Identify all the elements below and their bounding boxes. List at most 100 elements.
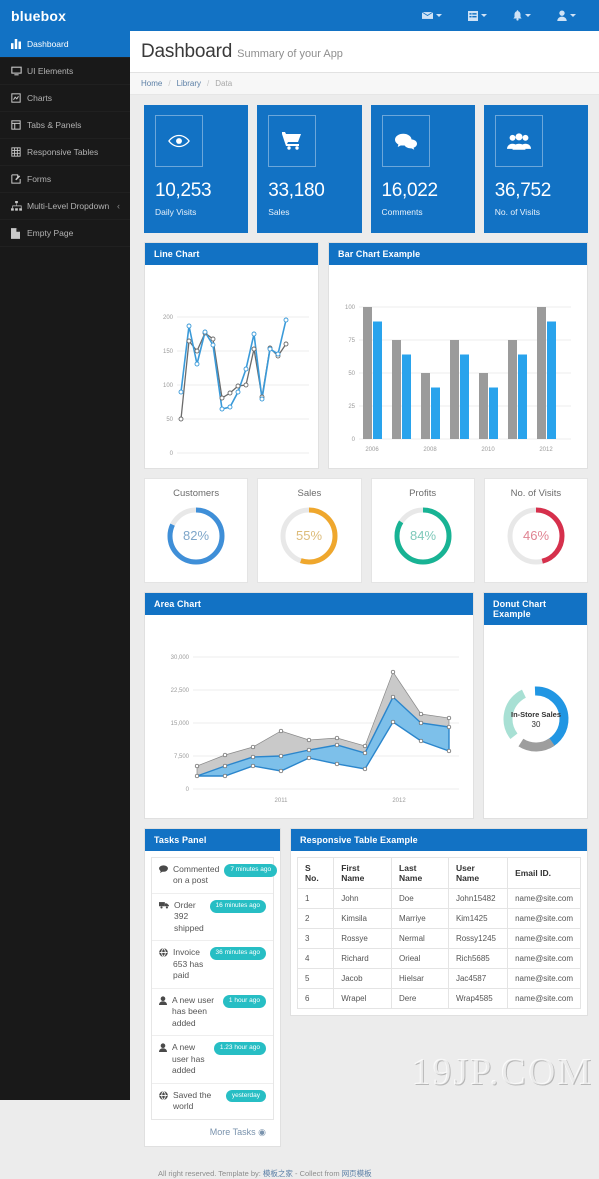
more-tasks-link[interactable]: More Tasks ◉ xyxy=(151,1120,274,1140)
y-axis-labels: 30,000 22,500 15,000 7,500 0 xyxy=(171,655,190,793)
chevron-left-icon: ‹ xyxy=(117,201,120,211)
sidebar-item-label: Forms xyxy=(27,174,52,184)
table-row[interactable]: 2 Kimsila Marriye Kim1425 name@site.com xyxy=(296,908,581,929)
table-cell: Rossy1245 xyxy=(447,928,509,949)
stat-card-daily-visits[interactable]: 10,253 Daily Visits xyxy=(144,105,249,233)
table-row[interactable]: 4 Richard Orieal Rich5685 name@site.com xyxy=(296,948,581,969)
y-axis-labels: 100 75 50 25 0 xyxy=(345,305,356,443)
gauge-value: 55% xyxy=(296,528,322,543)
sidebar-item-ui-elements[interactable]: UI Elements xyxy=(0,58,130,85)
sidebar-item-label: Charts xyxy=(27,93,53,103)
line-points-a xyxy=(178,317,289,412)
stat-label: No. of Visits xyxy=(494,207,540,217)
list-item[interactable]: Order 392 shipped 16 minutes ago xyxy=(152,894,273,942)
table-row[interactable]: 6 Wrapel Dere Wrap4585 name@site.com xyxy=(296,988,581,1009)
page-header: Dashboard Summary of your App xyxy=(130,31,599,73)
panel-area-chart: Area Chart 30,000 22,500 15,000 7,500 0 … xyxy=(144,592,474,819)
page-subtitle: Summary of your App xyxy=(237,48,343,60)
stat-label: Daily Visits xyxy=(155,207,197,217)
eye-icon xyxy=(155,115,203,167)
svg-text:0: 0 xyxy=(186,787,190,793)
messages-dropdown[interactable] xyxy=(409,0,455,31)
gauge-profits-svg: 84% xyxy=(394,507,452,565)
sidebar-item-label: Multi-Level Dropdown xyxy=(27,201,110,211)
tasks-dropdown[interactable] xyxy=(455,0,500,31)
truck-icon xyxy=(159,901,169,912)
chart-icon xyxy=(11,93,27,103)
sidebar-item-dashboard[interactable]: Dashboard xyxy=(0,31,137,58)
table-cell: Hielsar xyxy=(391,968,449,989)
list-item[interactable]: Commented on a post 7 minutes ago xyxy=(152,858,278,894)
gauge-card-customers[interactable]: Customers 82% xyxy=(144,478,249,583)
bell-icon xyxy=(513,10,522,21)
table-cell: name@site.com xyxy=(507,948,581,969)
sidebar-item-empty-page[interactable]: Empty Page xyxy=(0,220,130,247)
line-points-b xyxy=(178,330,289,422)
svg-text:2006: 2006 xyxy=(365,447,379,453)
svg-text:25: 25 xyxy=(348,404,355,410)
table-row[interactable]: 1 John Doe John15482 name@site.com xyxy=(296,888,581,909)
stat-card-sales[interactable]: 33,180 Sales xyxy=(257,105,362,233)
panel-title: Responsive Table Example xyxy=(291,829,587,851)
status-badge: 1 hour ago xyxy=(222,994,266,1008)
status-badge: 7 minutes ago xyxy=(224,864,278,877)
footer-link-template[interactable]: 模板之家 xyxy=(263,1169,293,1178)
area-chart-svg[interactable]: 30,000 22,500 15,000 7,500 0 2011 2012 xyxy=(151,621,464,809)
circle-arrow-icon: ◉ xyxy=(258,1126,266,1137)
stat-card-no-of-visits[interactable]: 36,752 No. of Visits xyxy=(483,105,588,233)
table-cell: Kimsila xyxy=(333,908,393,929)
sidebar-item-forms[interactable]: Forms xyxy=(0,166,130,193)
svg-text:200: 200 xyxy=(163,315,174,321)
sidebar-item-label: UI Elements xyxy=(27,66,74,76)
brand-logo[interactable]: bluebox xyxy=(0,0,130,31)
globe-icon xyxy=(159,1090,168,1103)
list-item[interactable]: A new user has been added 1 hour ago xyxy=(152,989,273,1037)
gauge-card-no-of-visits[interactable]: No. of Visits 46% xyxy=(483,478,588,583)
gauge-value: 84% xyxy=(410,528,436,543)
table-cell: John xyxy=(333,888,393,909)
list-item[interactable]: Invoice 653 has paid 36 minutes ago xyxy=(152,941,273,989)
line-chart-body: 200 150 100 50 0 2020 xyxy=(145,265,318,468)
notifications-dropdown[interactable] xyxy=(500,0,544,31)
data-table: S No. First Name Last Name User Name Ema… xyxy=(296,857,581,1009)
gauge-card-sales[interactable]: Sales 55% xyxy=(257,478,362,583)
footer-link-collect[interactable]: 网页模板 xyxy=(342,1169,372,1178)
table-cell: Wrap4585 xyxy=(447,988,509,1009)
x-axis-labels: 2011 2012 xyxy=(275,798,407,804)
sidebar-item-charts[interactable]: Charts xyxy=(0,85,130,112)
gauge-value: 46% xyxy=(523,528,549,543)
breadcrumb-library[interactable]: Library xyxy=(177,79,201,88)
sidebar-item-label: Tabs & Panels xyxy=(27,120,82,130)
line-chart-svg[interactable]: 200 150 100 50 0 2020 xyxy=(151,271,312,465)
breadcrumb-home[interactable]: Home xyxy=(141,79,162,88)
table-cell: Jac4587 xyxy=(447,968,509,989)
stat-label: Comments xyxy=(381,207,423,217)
list-item[interactable]: A new user has added 1.23 hour ago xyxy=(152,1036,273,1084)
stat-cards-row: 10,253 Daily Visits 33,180 Sales 16,022 … xyxy=(144,105,588,233)
list-item[interactable]: Saved the world yesterday xyxy=(152,1084,273,1119)
svg-text:100: 100 xyxy=(345,305,356,311)
breadcrumb-data: Data xyxy=(215,79,233,88)
table-row[interactable]: 3 Rossye Nermal Rossy1245 name@site.com xyxy=(296,928,581,949)
user-dropdown[interactable] xyxy=(544,0,589,31)
task-text: Order 392 shipped xyxy=(174,899,204,933)
gauge-title: No. of Visits xyxy=(510,488,562,499)
dashboard-body: 10,253 Daily Visits 33,180 Sales 16,022 … xyxy=(130,95,599,1179)
donut-chart-svg[interactable]: In-Store Sales 30 xyxy=(498,681,574,757)
svg-text:30,000: 30,000 xyxy=(171,655,190,661)
chevron-down-icon xyxy=(481,14,487,17)
gauge-card-profits[interactable]: Profits 84% xyxy=(370,478,475,583)
sidebar-item-multi-level-dropdown[interactable]: Multi-Level Dropdown ‹ xyxy=(0,193,130,220)
table-icon xyxy=(11,147,27,157)
table-row[interactable]: 5 Jacob Hielsar Jac4587 name@site.com xyxy=(296,968,581,989)
tasks-body: Commented on a post 7 minutes ago Order … xyxy=(145,851,280,1146)
svg-text:75: 75 xyxy=(348,338,355,344)
sidebar-item-responsive-tables[interactable]: Responsive Tables xyxy=(0,139,130,166)
area-chart-body: 30,000 22,500 15,000 7,500 0 2011 2012 xyxy=(145,615,473,818)
donut-center-label: In-Store Sales xyxy=(510,710,560,719)
gauge-sales-svg: 55% xyxy=(280,507,338,565)
table-cell: name@site.com xyxy=(507,988,581,1009)
bar-chart-svg[interactable]: 100 75 50 25 0 2006 2008 2010 2012 xyxy=(335,271,575,459)
sidebar-item-tabs-panels[interactable]: Tabs & Panels xyxy=(0,112,130,139)
stat-card-comments[interactable]: 16,022 Comments xyxy=(370,105,475,233)
